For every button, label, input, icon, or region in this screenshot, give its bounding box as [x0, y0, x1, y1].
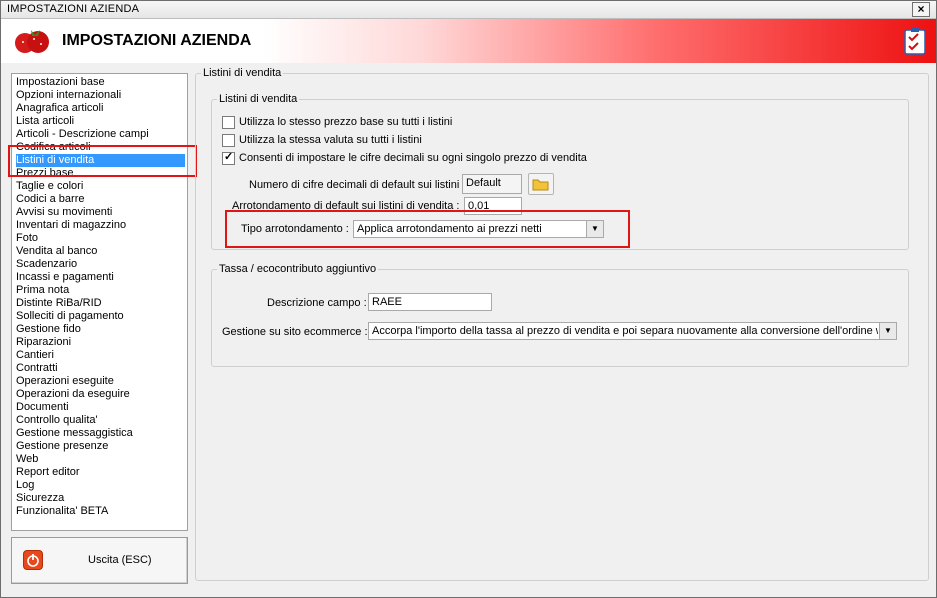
settings-category-list[interactable]: Impostazioni base Opzioni internazionali A…	[11, 73, 188, 531]
group-tassa-legend: Tassa / ecocontributo aggiuntivo	[219, 263, 377, 275]
sidebar-item[interactable]: Articoli - Descrizione campi	[16, 128, 185, 141]
sidebar-item[interactable]: Distinte RiBa/RID	[16, 297, 185, 310]
default-decimals-label: Numero di cifre decimali di default sui …	[249, 179, 466, 191]
sidebar-item[interactable]: Contratti	[16, 362, 185, 375]
close-button[interactable]: ×	[912, 2, 930, 17]
ecommerce-value: Accorpa l'importo della tassa al prezzo …	[372, 325, 878, 337]
sidebar-item[interactable]: Impostazioni base	[16, 76, 185, 89]
window-title: IMPOSTAZIONI AZIENDA	[7, 3, 140, 15]
chevron-down-icon[interactable]: ▼	[586, 221, 603, 237]
folder-button[interactable]	[528, 173, 554, 195]
sidebar-item[interactable]: Vendita al banco	[16, 245, 185, 258]
decimals-per-price-checkbox[interactable]	[222, 150, 235, 165]
title-bar: IMPOSTAZIONI AZIENDA ×	[1, 1, 936, 19]
sidebar-item[interactable]: Taglie e colori	[16, 180, 185, 193]
sidebar-item[interactable]: Report editor	[16, 466, 185, 479]
sidebar-item[interactable]: Avvisi su movimenti	[16, 206, 185, 219]
rounding-type-value: Applica arrotondamento ai prezzi netti	[357, 223, 542, 235]
exit-button[interactable]: Uscita (ESC)	[11, 537, 188, 584]
field-description-input[interactable]: RAEE	[368, 293, 492, 311]
settings-window: IMPOSTAZIONI AZIENDA × IMPOSTAZIONI AZIE…	[0, 0, 937, 598]
sidebar-item[interactable]: Gestione presenze	[16, 440, 185, 453]
sidebar-item[interactable]: Gestione fido	[16, 323, 185, 336]
header-banner: IMPOSTAZIONI AZIENDA	[1, 19, 936, 63]
folder-icon	[532, 179, 549, 191]
rounding-type-select[interactable]: Applica arrotondamento ai prezzi netti ▼	[353, 220, 604, 238]
sidebar-item[interactable]: Funzionalita' BETA	[16, 505, 185, 518]
sidebar-item[interactable]: Documenti	[16, 401, 185, 414]
group-listini-legend: Listini di vendita	[219, 93, 298, 105]
sidebar-item[interactable]: Anagrafica articoli	[16, 102, 185, 115]
sidebar-item[interactable]: Cantieri	[16, 349, 185, 362]
decimals-per-price-label: Consenti di impostare le cifre decimali …	[239, 152, 587, 164]
sidebar-item[interactable]: Solleciti di pagamento	[16, 310, 185, 323]
sidebar-item[interactable]: Controllo qualita'	[16, 414, 185, 427]
sidebar-item[interactable]: Codici a barre	[16, 193, 185, 206]
power-icon	[23, 550, 43, 570]
group-tassa: Tassa / ecocontributo aggiuntivo	[211, 263, 909, 367]
sidebar-item[interactable]: Lista articoli	[16, 115, 185, 128]
checklist-icon	[904, 28, 926, 55]
sidebar-item[interactable]: Operazioni da eseguire	[16, 388, 185, 401]
sidebar-item[interactable]: Inventari di magazzino	[16, 219, 185, 232]
same-currency-label: Utilizza la stessa valuta su tutti i lis…	[239, 134, 422, 146]
banner-title: IMPOSTAZIONI AZIENDA	[62, 32, 252, 49]
sidebar-item[interactable]: Incassi e pagamenti	[16, 271, 185, 284]
sidebar-item[interactable]: Prima nota	[16, 284, 185, 297]
chevron-down-icon[interactable]: ▼	[879, 323, 896, 339]
sidebar-item[interactable]: Scadenzario	[16, 258, 185, 271]
same-base-price-label: Utilizza lo stesso prezzo base su tutti …	[239, 116, 453, 128]
ecommerce-select[interactable]: Accorpa l'importo della tassa al prezzo …	[368, 322, 897, 340]
sidebar-item[interactable]: Gestione messaggistica	[16, 427, 185, 440]
rounding-type-label: Tipo arrotondamento :	[241, 223, 349, 235]
sidebar-item[interactable]: Foto	[16, 232, 185, 245]
same-currency-checkbox[interactable]	[222, 134, 235, 147]
default-decimals-field[interactable]: Default	[462, 174, 522, 194]
sidebar-item[interactable]: Opzioni internazionali	[16, 89, 185, 102]
outer-group-legend: Listini di vendita	[203, 67, 282, 79]
exit-label: Uscita (ESC)	[88, 554, 152, 566]
sidebar-item[interactable]: Log	[16, 479, 185, 492]
ecommerce-label: Gestione su sito ecommerce :	[222, 326, 368, 338]
strawberry-icon	[15, 30, 49, 53]
sidebar-item[interactable]: Operazioni eseguite	[16, 375, 185, 388]
sidebar-item[interactable]: Web	[16, 453, 185, 466]
sidebar-item[interactable]: Riparazioni	[16, 336, 185, 349]
field-description-label: Descrizione campo :	[267, 297, 367, 309]
highlight-selected-item	[8, 145, 197, 177]
same-base-price-checkbox[interactable]	[222, 116, 235, 129]
sidebar-item[interactable]: Sicurezza	[16, 492, 185, 505]
